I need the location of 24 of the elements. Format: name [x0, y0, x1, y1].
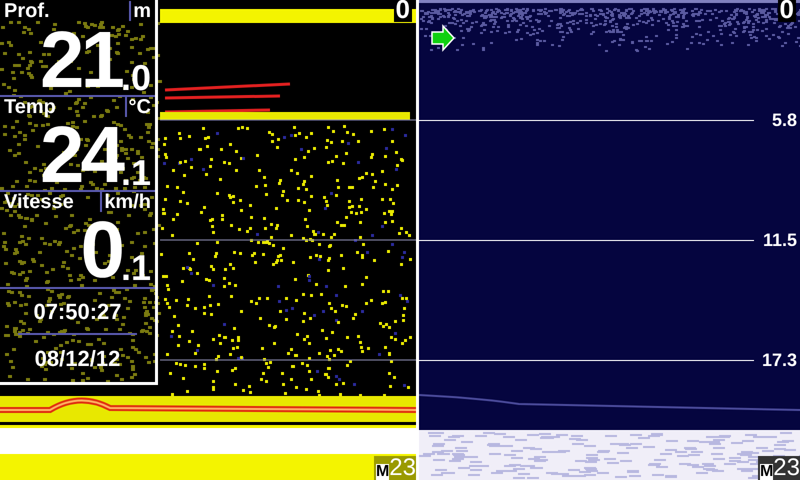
readout-decimal: .0 — [120, 61, 151, 95]
depth-mark-label: 17.3 — [760, 351, 798, 369]
readout-label: Prof. — [3, 1, 51, 21]
readout-value: 24 — [40, 120, 121, 190]
depth-mark-label: 11.5 — [762, 231, 798, 249]
readout-unit: m — [129, 1, 155, 21]
readout-decimal: .1 — [120, 251, 151, 285]
readout-label: Vitesse — [3, 192, 75, 212]
depth-scale-label: 0 — [394, 0, 412, 22]
zoom-label: M — [760, 464, 774, 480]
readout-label: Temp — [3, 97, 57, 117]
readout-value: 0 — [80, 215, 121, 285]
readout-unit: km/h — [100, 192, 155, 212]
zoom-label: M — [376, 464, 390, 480]
readout-decimal: .1 — [120, 156, 151, 190]
zoom-value: 23 — [389, 456, 416, 480]
zoom-value: 23 — [773, 456, 800, 480]
date-readout: 08/12/12 — [18, 333, 137, 381]
right-arrow-icon — [431, 24, 456, 52]
depth-scale-label: 0 — [778, 0, 796, 22]
depth-mark-label: 5.8 — [770, 111, 798, 129]
readout-unit: °C — [124, 97, 155, 117]
readout-value: 21 — [40, 25, 121, 95]
time-readout: 07:50:27 — [0, 287, 155, 333]
